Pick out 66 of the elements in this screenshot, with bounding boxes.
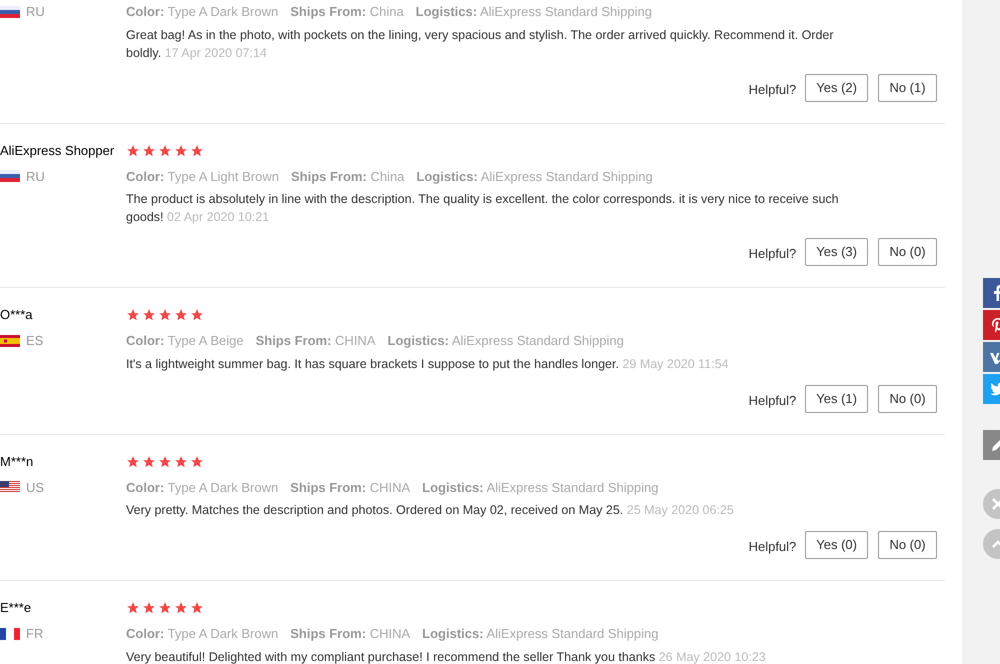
helpful-label: Helpful? xyxy=(748,245,796,264)
review-attribute: Ships From: China xyxy=(290,3,404,21)
review-attribute: Logistics: AliExpress Standard Shipping xyxy=(388,332,624,350)
flag-icon xyxy=(0,170,20,182)
country-code: US xyxy=(26,478,44,496)
star-icon xyxy=(142,454,156,468)
helpful-label: Helpful? xyxy=(748,538,796,556)
reviewer-name: M***n xyxy=(0,454,34,468)
flag-icon xyxy=(0,481,20,494)
review-attribute: Color: Type A Dark Brown xyxy=(126,625,278,643)
star-icon xyxy=(126,601,140,615)
star-icon xyxy=(158,601,172,615)
no-button[interactable]: No (0) xyxy=(878,531,937,559)
review-attribute: Color: Type A Dark Brown xyxy=(126,478,278,497)
star-icon xyxy=(158,454,172,468)
review-attribute: Logistics: AliExpress Standard Shipping xyxy=(422,478,658,497)
star-icon xyxy=(190,601,204,615)
review-attribute: Color: Type A Light Brown xyxy=(126,168,279,186)
flag-icon xyxy=(0,628,20,640)
review-attribute: Ships From: CHINA xyxy=(290,625,410,643)
star-icon xyxy=(158,308,172,322)
helpful-label: Helpful? xyxy=(748,80,796,99)
yes-button[interactable]: Yes (0) xyxy=(805,531,868,559)
review-attribute: Ships From: China xyxy=(290,168,404,186)
star-icon xyxy=(142,144,156,158)
star-icon xyxy=(174,308,188,322)
star-icon xyxy=(142,601,156,615)
helpful-label: Helpful? xyxy=(748,392,796,410)
review-attribute: Logistics: AliExpress Standard Shipping xyxy=(416,3,652,21)
star-icon xyxy=(174,144,188,158)
star-icon xyxy=(174,601,188,615)
star-icon xyxy=(190,454,204,468)
no-button[interactable]: No (0) xyxy=(878,384,937,412)
reviewer-name: AliExpress Shopper xyxy=(0,142,114,158)
review-attribute: Ships From: CHINA xyxy=(290,478,410,497)
no-button[interactable]: No (0) xyxy=(878,238,937,266)
star-icon xyxy=(142,308,156,322)
reviewer-name: O***a xyxy=(0,307,33,322)
country-code: ES xyxy=(26,332,44,350)
star-icon xyxy=(126,144,140,158)
review-attribute: Logistics: AliExpress Standard Shipping xyxy=(422,625,658,643)
star-icon xyxy=(190,144,204,158)
review-text: It's a lightweight summer bag. It has square brackets I suppose to put the handles longer. 29 May 2020 11:54 xyxy=(126,356,730,372)
review-text: Very beautiful! Delighted with my compliant purchase! I recommend the seller Thank you thanks 26 May 2020 10:23 xyxy=(126,648,767,664)
star-icon xyxy=(126,308,140,322)
review-text: Great bag! As in the photo, with pockets on the lining, very spacious and stylish. The order arrived quickly. Recommend it. Order boldly. 17 Apr 2020 07:14 xyxy=(126,26,835,62)
yes-button[interactable]: Yes (3) xyxy=(805,238,868,266)
star-icon xyxy=(174,454,188,468)
yes-button[interactable]: Yes (1) xyxy=(805,384,868,412)
review-attribute: Color: Type A Dark Brown xyxy=(126,3,278,21)
review-text: The product is absolutely in line with the description. The quality is excellent. the color corresponds. it is very nice to receive such goods! 02 Apr 2020 10:21 xyxy=(126,191,840,226)
star-icon xyxy=(158,144,172,158)
review-text: Very pretty. Matches the description and photos. Ordered on May 02, received on May 25. 25 May 2020 06:25 xyxy=(126,502,735,519)
star-icon xyxy=(190,308,204,322)
country-code: FR xyxy=(26,625,44,643)
country-code: RU xyxy=(26,3,45,21)
yes-button[interactable]: Yes (2) xyxy=(805,74,868,102)
no-button[interactable]: No (1) xyxy=(878,74,937,102)
reviewer-name: E***e xyxy=(0,600,32,615)
review-attribute: Logistics: AliExpress Standard Shipping xyxy=(416,168,653,186)
country-code: RU xyxy=(26,168,45,186)
flag-icon xyxy=(0,6,20,18)
flag-icon xyxy=(0,334,20,347)
review-attribute: Ships From: CHINA xyxy=(256,332,376,350)
review-attribute: Color: Type A Beige xyxy=(126,332,244,350)
star-icon xyxy=(126,454,140,468)
